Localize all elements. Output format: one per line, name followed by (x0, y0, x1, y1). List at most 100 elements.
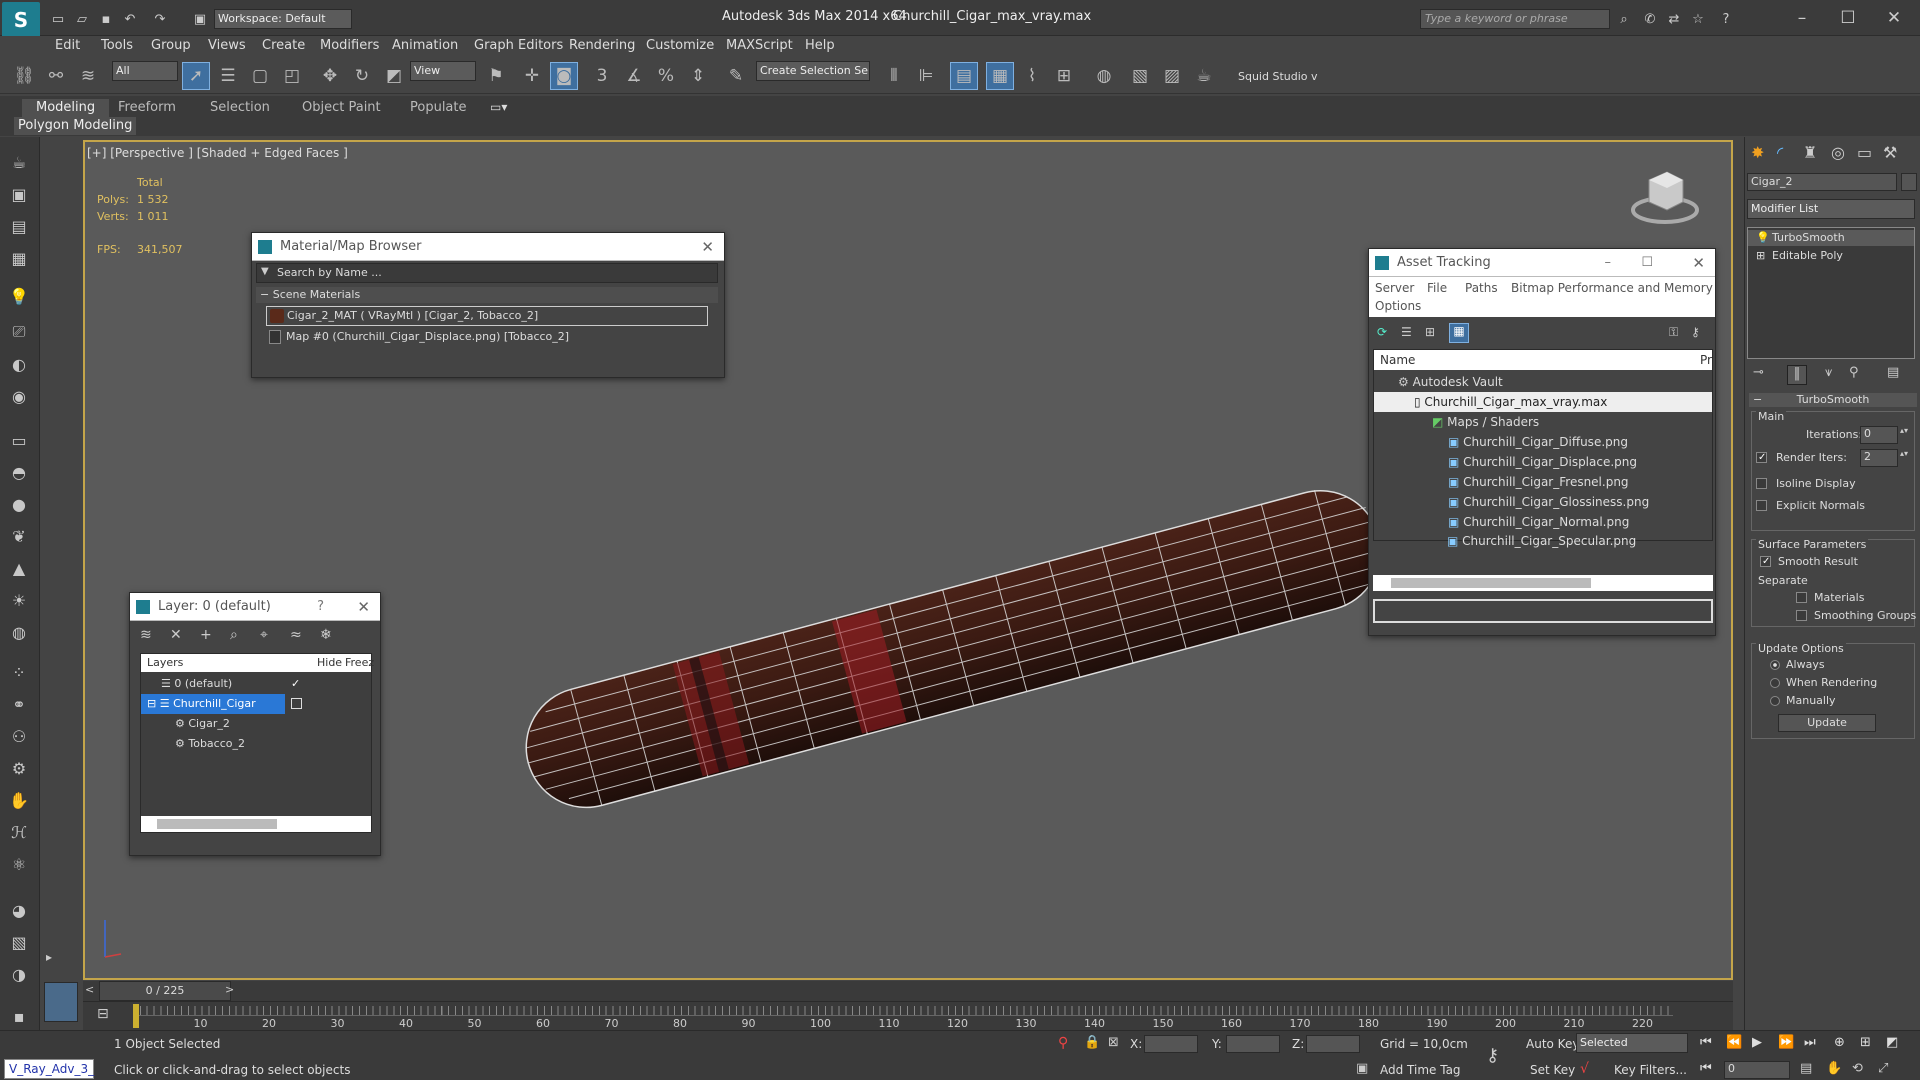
menu-tools[interactable]: Tools (101, 36, 133, 56)
camera-icon[interactable]: ⎚ (6, 319, 32, 345)
new-file-icon[interactable]: ▭ (48, 9, 68, 29)
open-file-icon[interactable]: ▱ (72, 9, 92, 29)
set-key-button[interactable]: Set Key (1530, 1063, 1575, 1077)
table-view-icon[interactable]: ▦ (1449, 323, 1469, 343)
unlink-icon[interactable]: ⚯ (42, 62, 70, 90)
favorites-icon[interactable]: ☆ (1688, 9, 1708, 29)
time-tag-icon[interactable]: ▣ (1356, 1061, 1368, 1076)
scene-materials-section[interactable]: − Scene Materials (256, 287, 718, 303)
ribbon-toggle-icon[interactable]: ▦ (986, 62, 1014, 90)
keyboard-shortcut-override-icon[interactable]: ◙ (550, 62, 578, 90)
vault-login-icon[interactable]: ⚿ (1669, 325, 1678, 340)
object-color-swatch[interactable] (1901, 173, 1917, 191)
refresh-icon[interactable]: ⟳ (1377, 325, 1387, 339)
track-view-icon[interactable]: ⊟ (97, 1006, 109, 1022)
bones-icon[interactable]: ⚭ (6, 691, 32, 717)
align-icon[interactable]: ⊫ (912, 62, 940, 90)
zoom-all-icon[interactable]: ⊞ (1860, 1035, 1871, 1050)
plane-icon[interactable]: ▤ (6, 213, 32, 239)
light-icon[interactable]: 💡 (6, 283, 32, 309)
select-manipulate-icon[interactable]: ✛ (518, 62, 546, 90)
hair-icon[interactable]: ℋ (6, 819, 32, 845)
update-button[interactable]: Update (1778, 714, 1876, 732)
tree-item-folder[interactable]: ◩ Maps / Shaders (1374, 412, 1712, 432)
close-icon[interactable]: ✕ (357, 593, 370, 621)
tree-item-file[interactable]: ▯ Churchill_Cigar_max_vray.max (1374, 392, 1712, 412)
always-radio[interactable] (1770, 660, 1780, 670)
smooth-result-checkbox[interactable] (1760, 556, 1771, 567)
material-search-field[interactable]: ▼ Search by Name ... (256, 263, 718, 283)
project-folder-icon[interactable]: ▣ (190, 9, 210, 29)
tab-modeling[interactable]: Modeling (22, 99, 110, 117)
z-coord-field[interactable] (1306, 1035, 1360, 1053)
menu-bitmap-performance[interactable]: Bitmap Performance and Memory (1511, 281, 1713, 295)
earth-icon[interactable]: ◑ (6, 961, 32, 987)
menu-create[interactable]: Create (262, 36, 305, 56)
angle-snap-icon[interactable]: ∡ (620, 62, 648, 90)
perspective-viewport[interactable]: [+] [Perspective ] [Shaded + Edged Faces… (83, 140, 1733, 980)
lock-selection-icon[interactable]: 🔒 (1084, 1035, 1100, 1050)
rectangular-selection-icon[interactable]: ▢ (246, 62, 274, 90)
sphere-icon[interactable]: ● (6, 491, 32, 517)
key-mode-toggle-icon[interactable]: ⏮ (1700, 1061, 1712, 1076)
menu-help[interactable]: Help (805, 36, 835, 56)
stack-item-editable-poly[interactable]: ⊞ Editable Poly (1748, 248, 1914, 264)
menu-server[interactable]: Server (1375, 281, 1414, 295)
rendered-frame-window-icon[interactable]: ▨ (1158, 62, 1186, 90)
prev-frame-icon[interactable]: < (85, 983, 94, 996)
search-input[interactable]: Type a keyword or phrase (1420, 9, 1610, 29)
time-slider-thumb[interactable]: 0 / 225 (99, 981, 231, 1001)
asset-tracking-header[interactable]: Asset Tracking – ☐ ✕ (1369, 249, 1715, 277)
edit-named-selection-icon[interactable]: ✎ (722, 62, 750, 90)
ribbon-options-icon[interactable]: ▭▾ (490, 100, 516, 116)
close-icon[interactable]: ✕ (1872, 0, 1916, 36)
pivot-center-icon[interactable]: ⚑ (482, 62, 510, 90)
select-object-icon[interactable]: ➚ (182, 62, 210, 90)
smoothing-groups-checkbox[interactable] (1796, 610, 1807, 621)
field-of-view-icon[interactable]: ◩ (1886, 1035, 1898, 1050)
previous-frame-icon[interactable]: ⏪ (1726, 1035, 1742, 1050)
col-name-header[interactable]: Name (1380, 350, 1415, 370)
select-layer-objects-icon[interactable]: ⌕ (230, 627, 238, 643)
mirror-icon[interactable]: ⫴ (880, 62, 908, 90)
make-unique-icon[interactable]: ⩛ (1825, 365, 1832, 380)
table-row[interactable]: ▣ Churchill_Cigar_Specular.png (1447, 531, 1707, 551)
box-primitive-icon[interactable]: ▭ (6, 427, 32, 453)
track-bar[interactable]: ⊟ 10 20 30 40 50 60 70 80 90 100 110 120 130 140 150 16… (83, 1001, 1733, 1031)
hierarchy-tab-icon[interactable]: ♜ (1803, 143, 1817, 162)
list-item[interactable]: Cigar_2_MAT ( VRayMtl ) [Cigar_2, Tobacc… (266, 306, 708, 326)
menu-group[interactable]: Group (151, 36, 191, 56)
next-frame-icon[interactable]: > (225, 983, 234, 996)
biped-icon[interactable]: ⚇ (6, 723, 32, 749)
orbit-icon[interactable]: ⟲ (1852, 1061, 1863, 1076)
render-iters-checkbox[interactable] (1756, 452, 1767, 463)
isoline-display-checkbox[interactable] (1756, 478, 1767, 489)
select-by-name-icon[interactable]: ☰ (214, 62, 242, 90)
set-key-icon[interactable]: ⚷ (1486, 1045, 1499, 1066)
create-layer-icon[interactable]: ≋ (140, 627, 152, 643)
table-row[interactable]: ▣ Churchill_Cigar_Displace.png (1374, 452, 1712, 472)
motion-tab-icon[interactable]: ◎ (1831, 143, 1845, 162)
polygon-modeling-panel[interactable]: Polygon Modeling (14, 117, 137, 135)
auto-key-button[interactable]: Auto Key (1526, 1037, 1579, 1051)
percent-snap-icon[interactable]: % (652, 62, 680, 90)
table-row[interactable]: ▣ Churchill_Cigar_Glossiness.png (1374, 492, 1712, 512)
materials-checkbox[interactable] (1796, 592, 1807, 603)
key-mode-dropdown[interactable]: Selected (1576, 1033, 1688, 1053)
spinner-arrows-icon[interactable]: ▴▾ (1900, 426, 1908, 435)
list-item[interactable]: Map #0 (Churchill_Cigar_Displace.png) [T… (266, 328, 708, 348)
workspace-dropdown[interactable]: Workspace: Default (214, 9, 352, 29)
particles-icon[interactable]: ⁘ (6, 659, 32, 685)
maximize-viewport-icon[interactable]: ⤢ (1878, 1061, 1888, 1076)
object-name-field[interactable]: Cigar_2 (1747, 173, 1897, 191)
tab-selection[interactable]: Selection (210, 99, 270, 117)
key-filters-button[interactable]: Key Filters... (1614, 1063, 1687, 1077)
tab-object-paint[interactable]: Object Paint (302, 99, 381, 117)
list-view-icon[interactable]: ☰ (1401, 325, 1412, 339)
time-slider[interactable]: < 0 / 225 > (83, 981, 1733, 1001)
layer-horizontal-scrollbar[interactable] (141, 816, 371, 832)
add-to-layer-icon[interactable]: + (200, 627, 212, 643)
modifier-list-dropdown[interactable]: Modifier List (1747, 199, 1915, 219)
tab-populate[interactable]: Populate (410, 99, 467, 117)
menu-customize[interactable]: Customize (646, 36, 714, 56)
